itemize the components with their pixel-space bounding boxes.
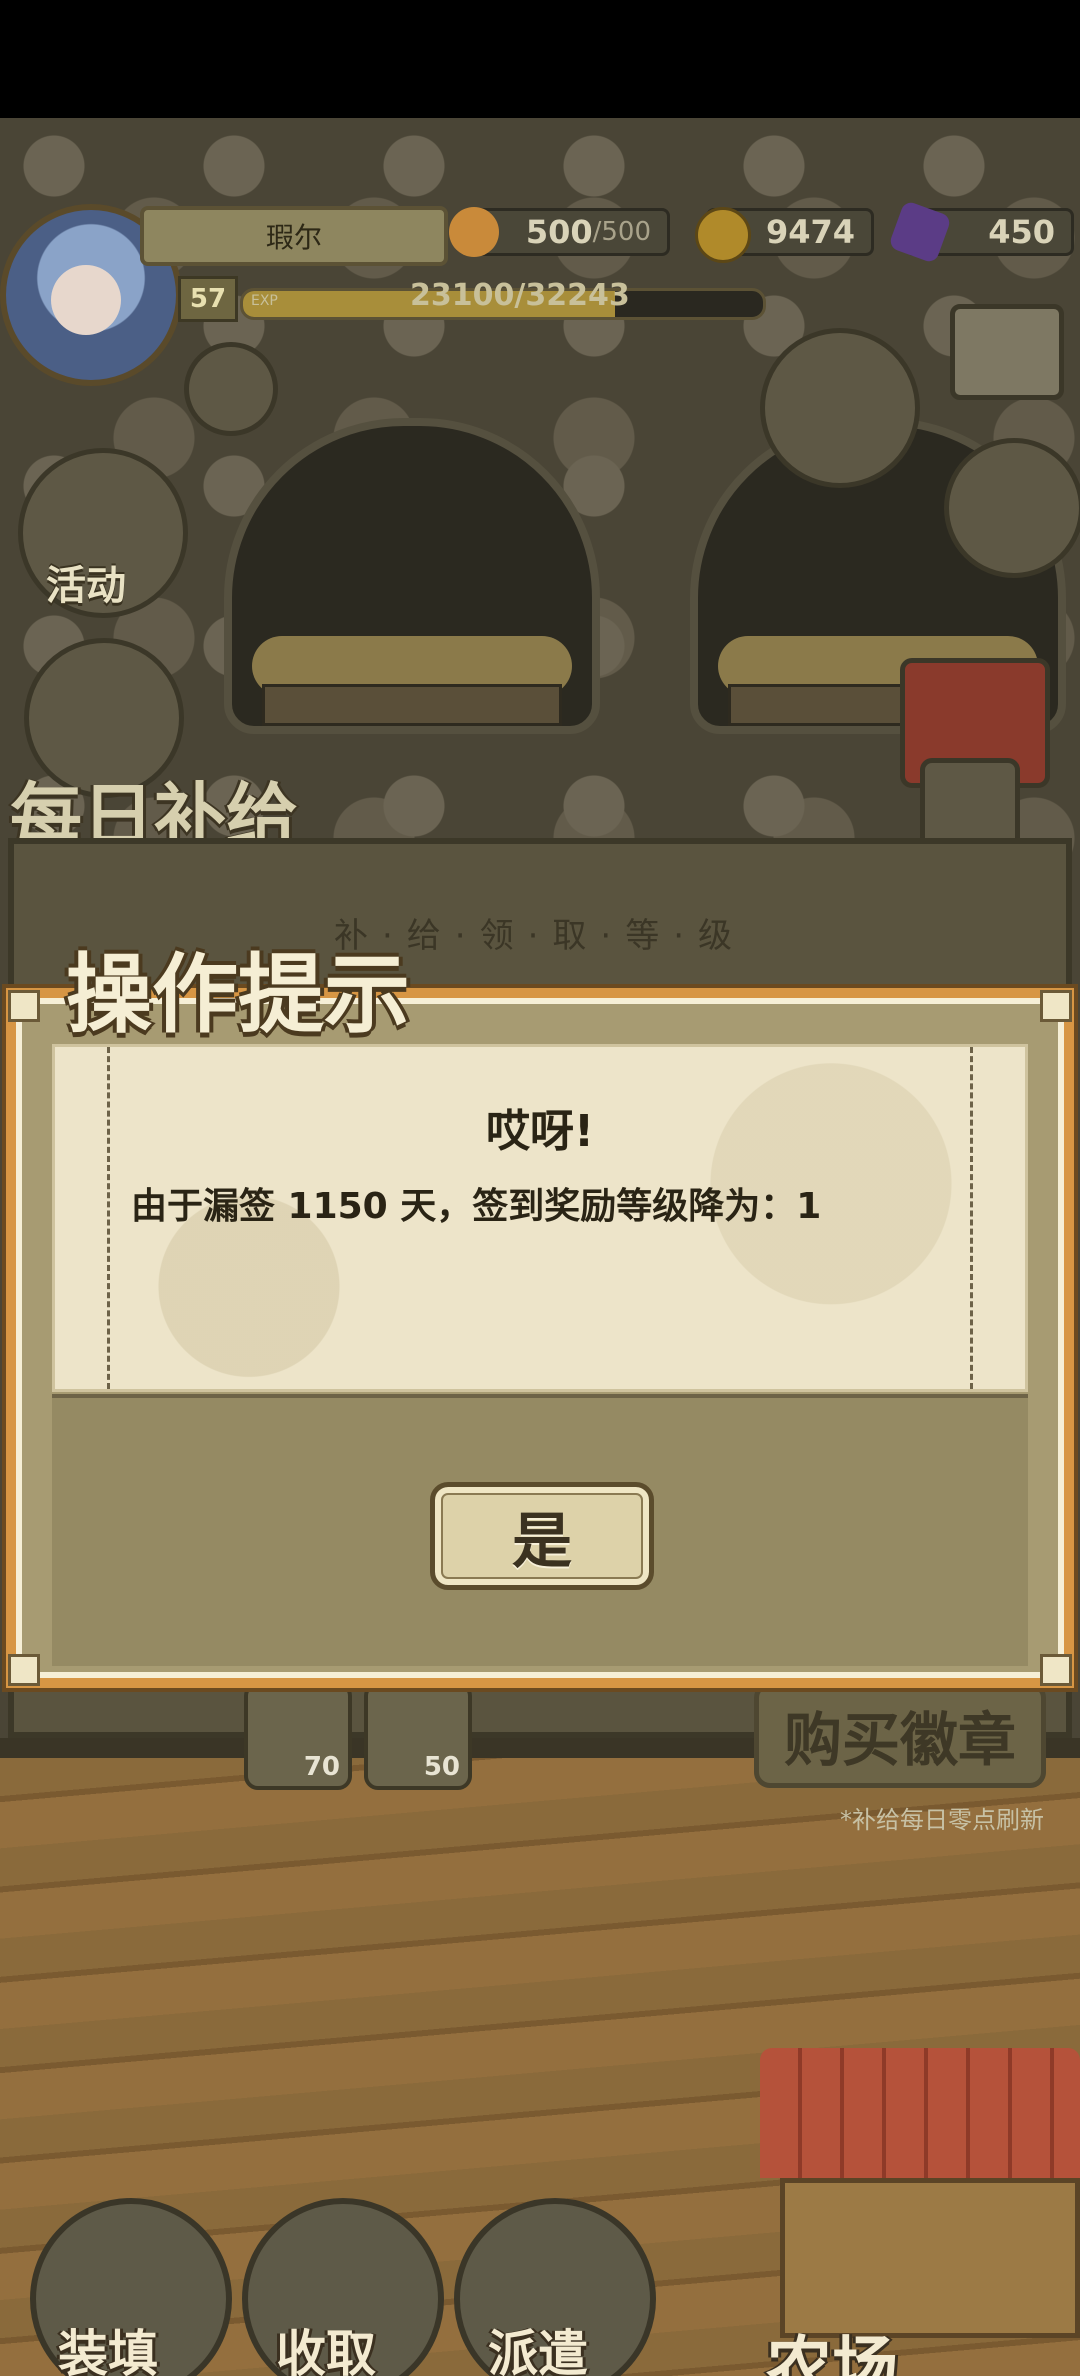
add-gem-button[interactable] xyxy=(184,342,278,436)
confirm-yes-button[interactable]: 是 xyxy=(430,1482,654,1590)
dialog-paper: 哎呀! 由于漏签 1150 天，签到奖励等级降为：1 xyxy=(52,1044,1028,1392)
supply-bread-slot[interactable]: 50 xyxy=(364,1682,472,1790)
dialog-message: 由于漏签 1150 天，签到奖励等级降为：1 xyxy=(131,1186,822,1227)
dialog-heading: 哎呀! xyxy=(485,1106,595,1157)
farm-button[interactable]: 农场 xyxy=(766,2314,898,2376)
load-button[interactable]: 装填 xyxy=(58,2314,158,2376)
exp-text: 23100/32243 xyxy=(410,278,630,313)
bread-icon xyxy=(449,207,499,257)
dialog-title: 操作提示 xyxy=(66,945,410,1045)
operation-tip-dialog: 哎呀! 由于漏签 1150 天，签到奖励等级降为：1 是 xyxy=(8,990,1072,1686)
quest-scroll-icon[interactable] xyxy=(760,328,920,488)
corner-decoration xyxy=(1040,1654,1072,1686)
mail-icon[interactable] xyxy=(950,304,1064,400)
supply-gem-count: 70 xyxy=(303,1752,340,1782)
gold-counter: 9474 xyxy=(695,207,874,263)
bread-current: 500 xyxy=(525,213,593,251)
bread-counter: 500/500 xyxy=(449,207,670,257)
gem-value: 450 xyxy=(988,213,1055,251)
bread-max: /500 xyxy=(592,217,651,247)
dispatch-button[interactable]: 派遣 xyxy=(488,2314,588,2376)
player-name: 瑕尔 xyxy=(140,206,448,266)
exp-tag: EXP xyxy=(251,293,278,309)
buy-badge-button[interactable]: 购买徽章 xyxy=(754,1682,1046,1788)
supply-bread-count: 50 xyxy=(423,1752,460,1782)
backpack-icon[interactable] xyxy=(944,438,1080,578)
player-level: 57 xyxy=(178,276,238,322)
corner-decoration xyxy=(8,990,40,1022)
refresh-note: *补给每日零点刷新 xyxy=(840,1806,1044,1834)
supply-gem-slot[interactable]: 70 xyxy=(244,1682,352,1790)
game-screen: 瑕尔 500/500 9474 450 57 EXP 23100/32243 活… xyxy=(0,118,1080,2376)
collect-button[interactable]: 收取 xyxy=(276,2314,376,2376)
gold-coin-icon xyxy=(695,207,751,263)
activity-label: 活动 xyxy=(46,563,126,609)
corner-decoration xyxy=(8,1654,40,1686)
corner-decoration xyxy=(1040,990,1072,1022)
gem-counter: 450 xyxy=(887,199,1074,265)
gold-value: 9474 xyxy=(765,213,855,251)
